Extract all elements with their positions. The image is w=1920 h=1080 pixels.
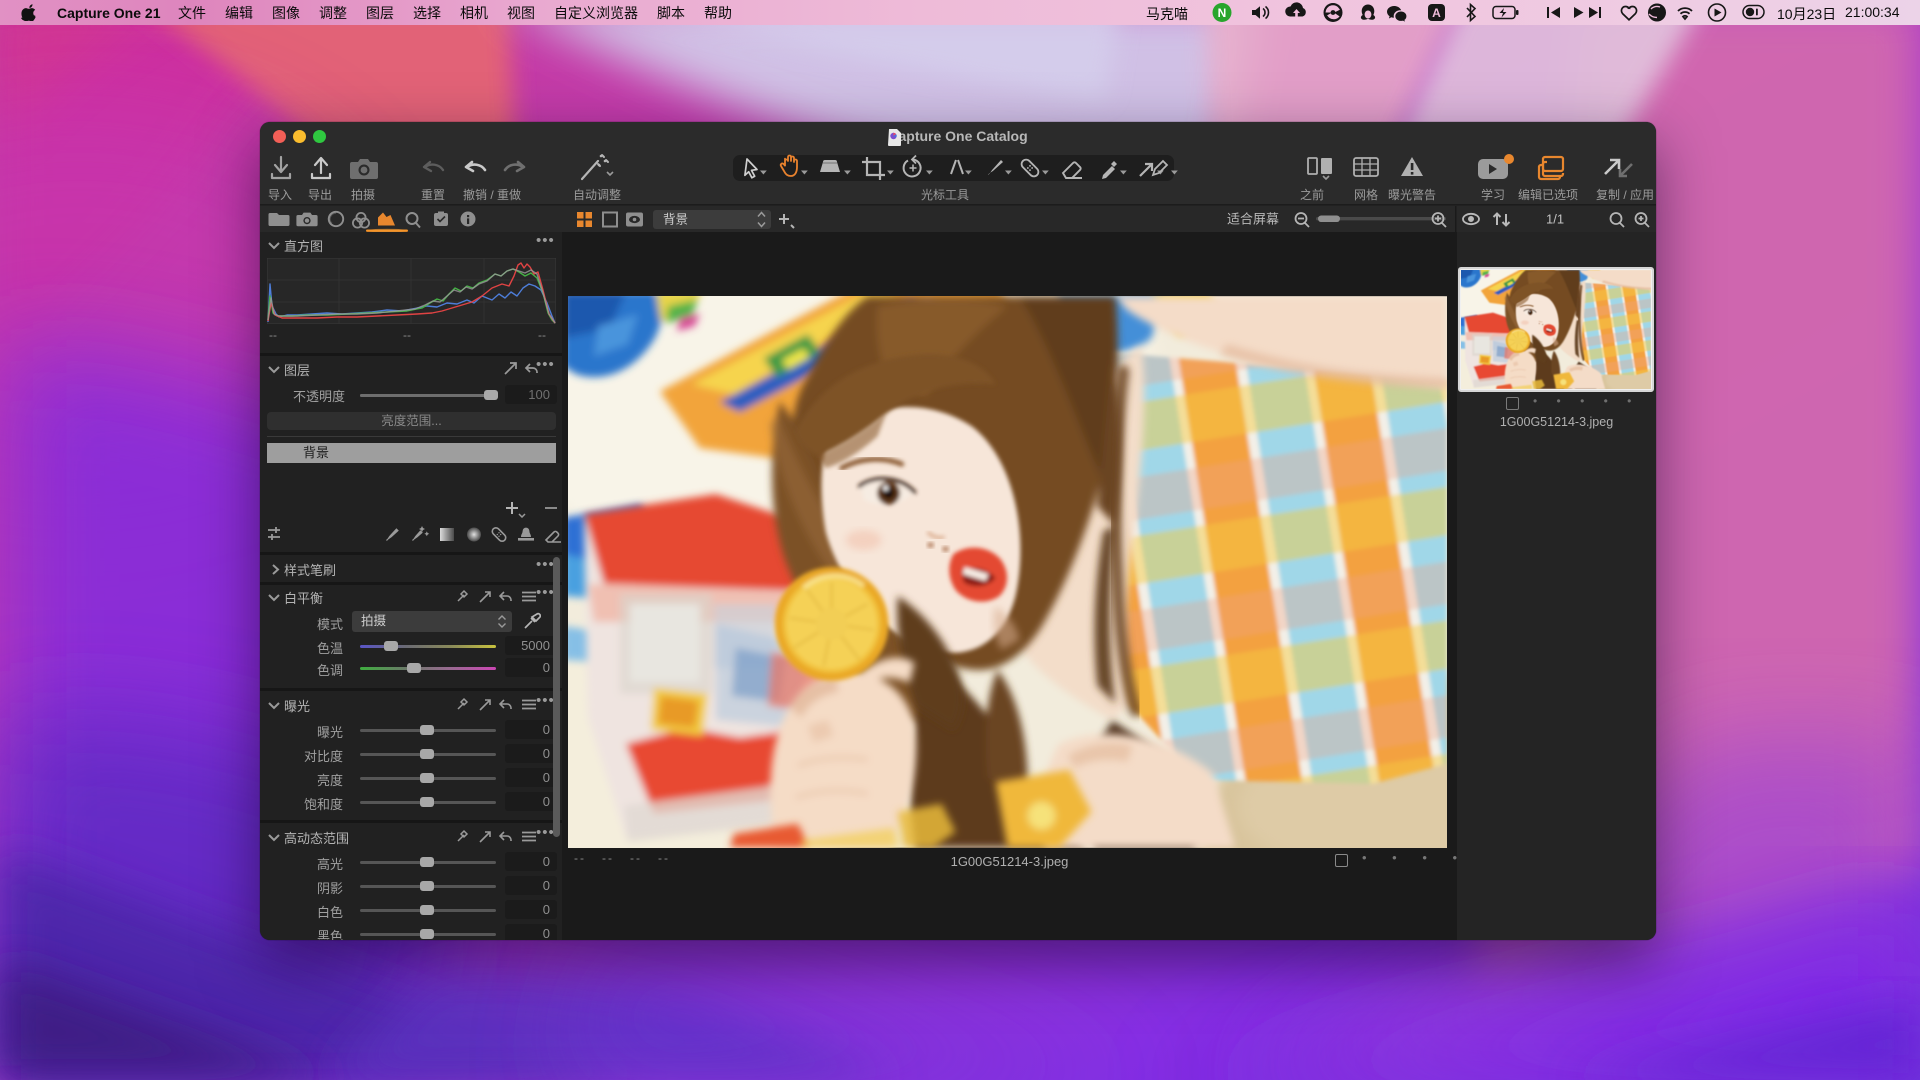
svg-text:N: N — [1218, 6, 1227, 20]
svg-text:背景: 背景 — [663, 213, 688, 227]
svg-text:适合屏幕: 适合屏幕 — [1227, 212, 1279, 227]
svg-text:A: A — [1432, 6, 1441, 20]
svg-text:1/1: 1/1 — [1546, 212, 1564, 227]
